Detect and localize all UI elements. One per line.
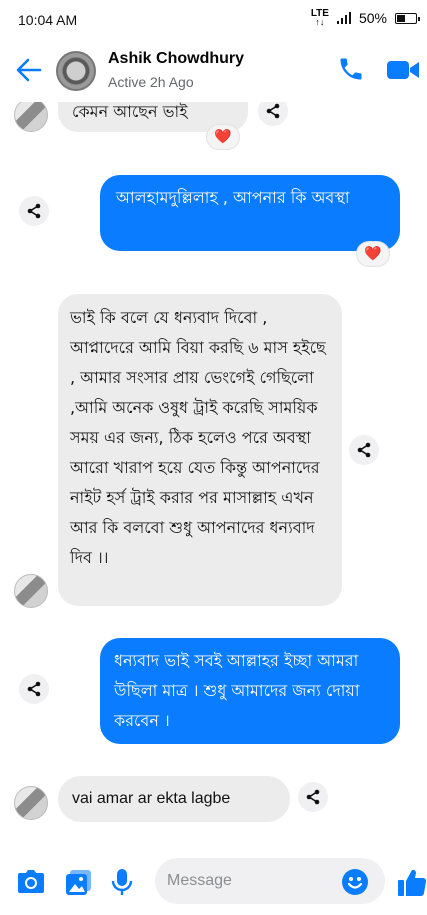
message-bubble-incoming[interactable]: vai amar ar ekta lagbe [58, 776, 290, 822]
share-icon[interactable] [258, 102, 288, 126]
battery-icon [395, 12, 420, 24]
status-icons: LTE ↑↓ 50% [311, 9, 420, 27]
share-icon[interactable] [19, 674, 49, 704]
share-icon[interactable] [19, 196, 49, 226]
battery-percent: 50% [358, 10, 387, 26]
video-call-icon[interactable] [386, 58, 420, 82]
phone-call-icon[interactable] [337, 55, 365, 83]
message-bubble-incoming[interactable]: ভাই কি বলে যে ধন্যবাদ দিবো , আপ্নাদেরে আ… [58, 294, 342, 606]
status-time: 10:04 AM [18, 12, 78, 28]
contact-name[interactable]: Ashik Chowdhury [108, 50, 244, 68]
share-icon[interactable] [349, 435, 379, 465]
back-arrow-icon[interactable] [14, 56, 44, 84]
signal-icon [336, 12, 351, 24]
gallery-icon[interactable] [65, 868, 93, 896]
chat-header: Ashik Chowdhury Active 2h Ago [0, 38, 427, 102]
share-icon[interactable] [298, 782, 328, 812]
thumbs-up-icon[interactable] [397, 867, 427, 897]
sender-avatar[interactable] [14, 102, 48, 132]
heart-reaction-icon[interactable]: ❤️ [206, 124, 240, 150]
camera-icon[interactable] [17, 868, 45, 896]
emoji-icon[interactable] [341, 868, 369, 896]
heart-reaction-icon[interactable]: ❤️ [356, 241, 390, 267]
microphone-icon[interactable] [108, 868, 136, 896]
contact-status: Active 2h Ago [108, 74, 194, 90]
status-bar: 10:04 AM LTE ↑↓ 50% [0, 0, 427, 38]
data-arrows-icon: ↑↓ [315, 17, 325, 27]
sender-avatar[interactable] [14, 574, 48, 608]
sender-avatar[interactable] [14, 786, 48, 820]
contact-avatar[interactable] [56, 51, 96, 91]
network-indicator: LTE ↑↓ [311, 9, 329, 27]
message-list: কেমন আছেন ভাই ❤️ আলহামদুল্লিলাহ , আপনার … [0, 102, 427, 847]
message-composer [0, 848, 427, 915]
message-bubble-outgoing[interactable]: ধন্যবাদ ভাই সবই আল্লাহর ইচ্ছা আমরা উছিলা… [100, 638, 400, 744]
message-bubble-outgoing[interactable]: আলহামদুল্লিলাহ , আপনার কি অবস্থা [100, 175, 400, 251]
